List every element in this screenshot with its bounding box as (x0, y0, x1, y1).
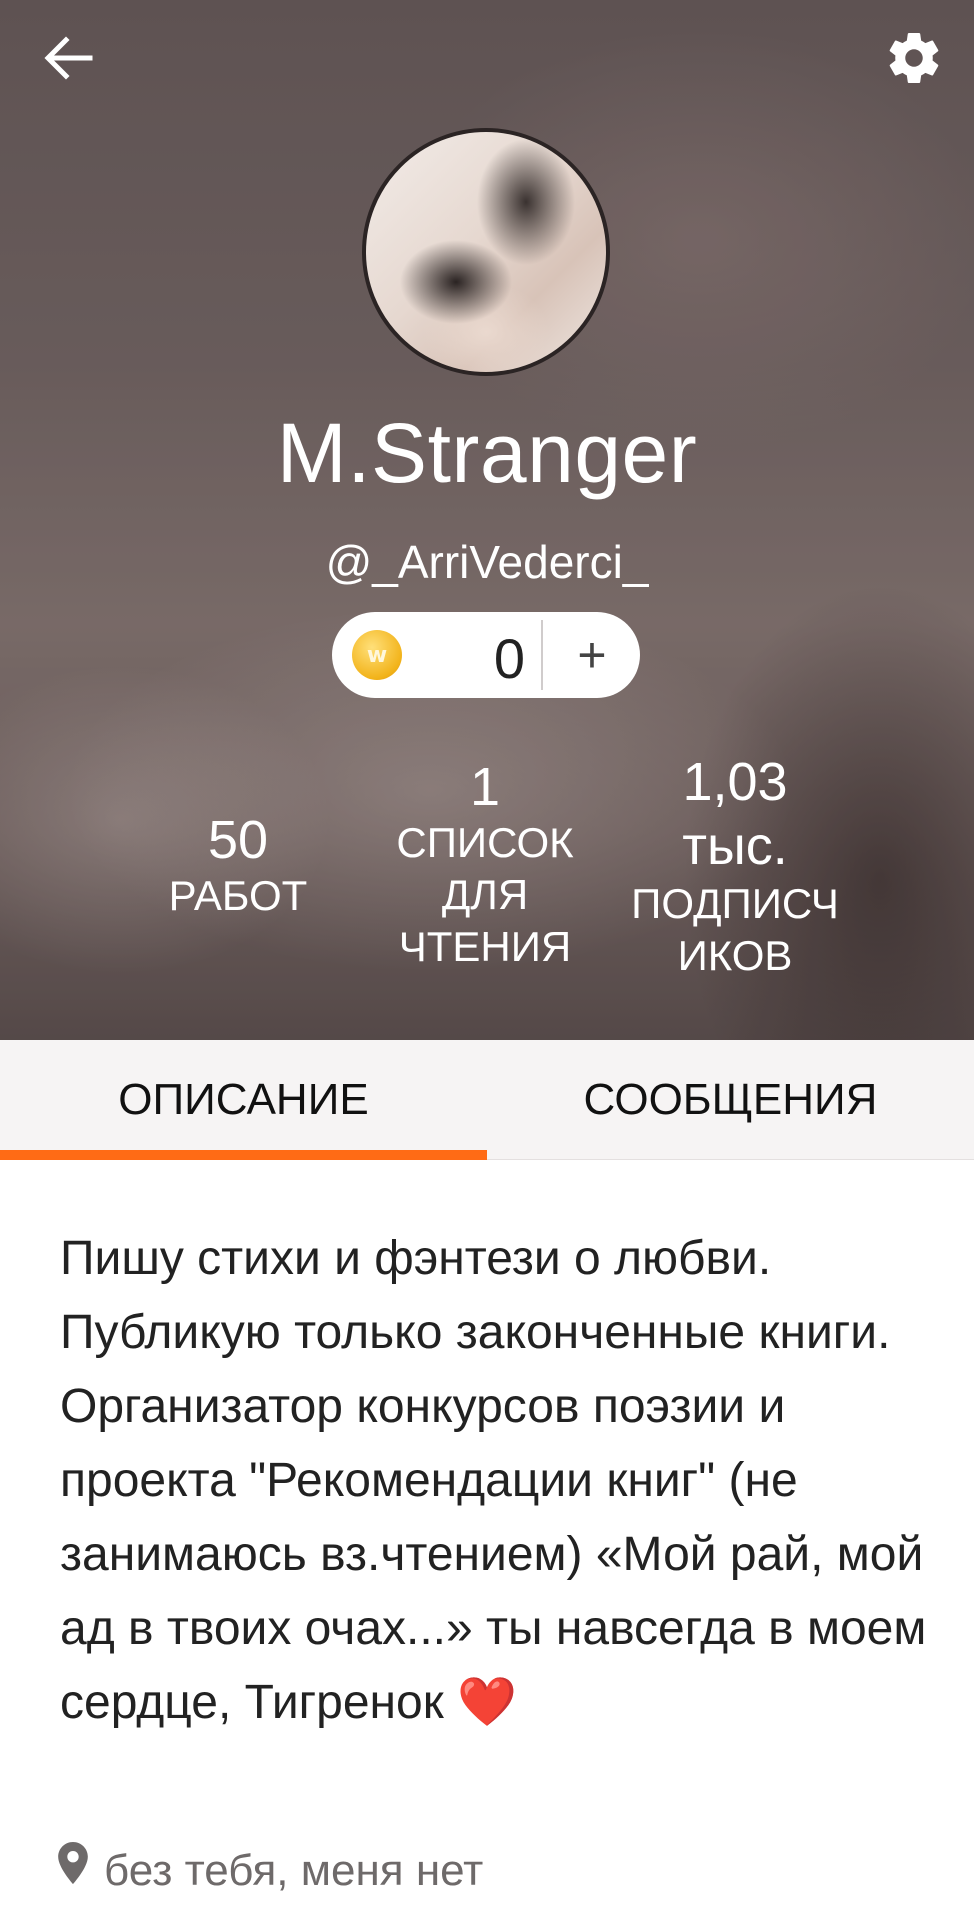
stat-reading-lists-value: 1 (469, 757, 501, 817)
back-button[interactable] (40, 30, 96, 86)
arrow-left-icon (44, 36, 93, 80)
settings-button[interactable] (884, 28, 944, 88)
tab-messages[interactable]: СООБЩЕНИЯ (487, 1040, 974, 1160)
tab-description[interactable]: ОПИСАНИЕ (0, 1040, 487, 1160)
coin-divider (541, 620, 543, 690)
heart-emoji: ❤️ (457, 1676, 517, 1729)
username: @_ArriVederci_ (325, 536, 649, 588)
stat-works-value: 50 (207, 810, 269, 870)
location-text: без тебя, меня нет (104, 1846, 484, 1895)
coin-icon: w (352, 630, 402, 680)
stat-reading-lists-label: СПИСОК ДЛЯ ЧТЕНИЯ (396, 819, 574, 970)
bio-text: Пишу стихи и фэнтези о любви. Публикую т… (60, 1232, 927, 1729)
stat-followers-label: ПОДПИСЧ ИКОВ (631, 880, 839, 979)
profile-tabs: ОПИСАНИЕ СООБЩЕНИЯ (0, 1040, 974, 1160)
profile-description: Пишу стихи и фэнтези о любви. Публикую т… (60, 1222, 940, 1740)
coin-balance[interactable]: w 0 + (332, 612, 640, 698)
stat-followers-value: 1,03 тыс. (682, 752, 788, 876)
stat-followers[interactable]: 1,03 тыс. ПОДПИСЧ ИКОВ (615, 750, 855, 982)
location-pin-icon (58, 1842, 88, 1884)
avatar[interactable] (362, 128, 610, 376)
stat-works[interactable]: 50 РАБОТ (138, 810, 338, 922)
gear-icon (889, 33, 939, 83)
active-tab-indicator (0, 1150, 487, 1160)
location: без тебя, меня нет (58, 1842, 484, 1896)
add-coins-button[interactable]: + (544, 612, 640, 698)
stat-works-label: РАБОТ (168, 872, 308, 919)
profile-header: M.Stranger @_ArriVederci_ w 0 + 50 РАБОТ… (0, 0, 974, 1040)
display-name: M.Stranger (276, 406, 698, 500)
stat-reading-lists[interactable]: 1 СПИСОК ДЛЯ ЧТЕНИЯ (385, 757, 585, 973)
